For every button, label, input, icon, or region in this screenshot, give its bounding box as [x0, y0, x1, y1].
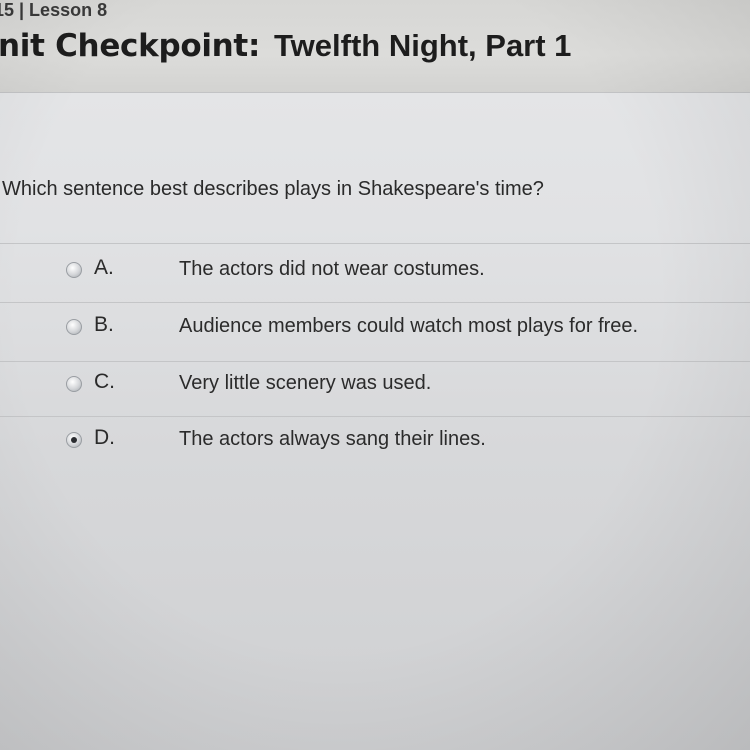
- page-title-part2: Twelfth Night, Part 1: [274, 28, 572, 63]
- choice-text-a: The actors did not wear costumes.: [179, 258, 485, 280]
- choice-text-b: Audience members could watch most plays …: [179, 315, 639, 337]
- page-title: nit Checkpoint: Twelfth Night, Part 1: [0, 28, 571, 64]
- choice-letter-a: A.: [94, 256, 114, 279]
- choice-letter-c: C.: [94, 370, 115, 393]
- radio-button-b[interactable]: [66, 319, 82, 335]
- answer-choice-d[interactable]: D. The actors always sang their lines.: [0, 422, 750, 462]
- choice-letter-b: B.: [94, 313, 114, 336]
- question-prompt: Which sentence best describes plays in S…: [2, 178, 544, 200]
- answer-choice-c[interactable]: C. Very little scenery was used.: [0, 366, 750, 406]
- answer-choice-b[interactable]: B. Audience members could watch most pla…: [0, 309, 750, 349]
- divider: [0, 243, 750, 244]
- divider: [0, 302, 750, 303]
- answer-choice-a[interactable]: A. The actors did not wear costumes.: [0, 252, 750, 292]
- choice-text-c: Very little scenery was used.: [179, 372, 432, 394]
- breadcrumb: 15 | Lesson 8: [0, 0, 108, 20]
- radio-button-d-selected[interactable]: [66, 432, 82, 448]
- radio-button-a[interactable]: [66, 262, 82, 278]
- choice-letter-d: D.: [94, 426, 115, 449]
- radio-button-c[interactable]: [66, 376, 82, 392]
- choice-text-d: The actors always sang their lines.: [179, 428, 486, 450]
- page-title-part1: nit Checkpoint:: [0, 28, 261, 64]
- divider: [0, 361, 750, 362]
- lesson-header: 15 | Lesson 8 nit Checkpoint: Twelfth Nig…: [0, 0, 750, 93]
- divider: [0, 416, 750, 417]
